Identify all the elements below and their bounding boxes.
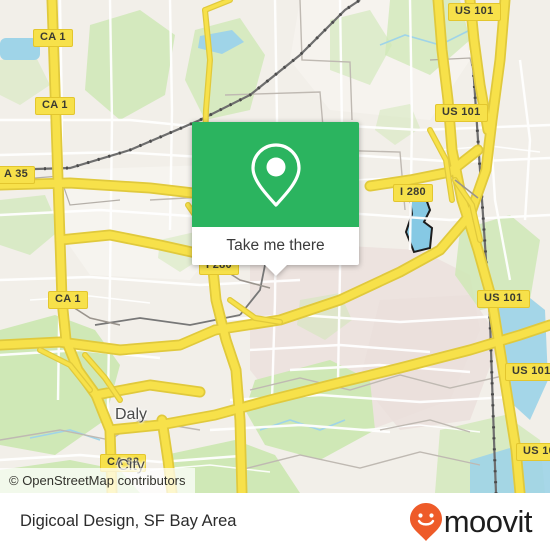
attribution-text: © OpenStreetMap contributors (9, 473, 186, 488)
road-shield: US 101 (448, 3, 501, 21)
popup-image-panel (192, 122, 359, 227)
place-title: Digicoal Design, SF Bay Area (20, 512, 237, 530)
map-pin-icon (250, 142, 301, 207)
road-shield: US 101 (505, 363, 550, 381)
take-me-there-label: Take me there (226, 237, 325, 254)
location-popup[interactable]: Take me there (192, 122, 359, 276)
moovit-wordmark: moovit (443, 503, 533, 539)
road-shield: A 35 (0, 166, 36, 184)
road-shield: CA 1 (48, 291, 88, 309)
place-label-line: Daly (115, 406, 148, 423)
road-shield: US 101 (477, 290, 530, 308)
take-me-there-button[interactable]: Take me there (192, 227, 359, 276)
popup-pointer (264, 265, 287, 276)
road-shield: I 280 (393, 184, 433, 202)
road-shield: CA 1 (35, 97, 75, 115)
map-screen: CA 1 CA 1 A 35 CA 1 CA 82 I 280 I 280 US… (0, 0, 550, 550)
road-shield: US 101 (516, 443, 550, 461)
map-canvas[interactable]: CA 1 CA 1 A 35 CA 1 CA 82 I 280 I 280 US… (0, 0, 550, 493)
moovit-logo[interactable]: moovit (409, 502, 533, 542)
road-shield: CA 1 (33, 29, 73, 47)
bottom-bar: Digicoal Design, SF Bay Area moovit (0, 493, 550, 550)
road-shield: US 101 (435, 104, 488, 122)
map-attribution[interactable]: © OpenStreetMap contributors (0, 468, 195, 493)
moovit-pin-smiley-icon (409, 502, 442, 541)
